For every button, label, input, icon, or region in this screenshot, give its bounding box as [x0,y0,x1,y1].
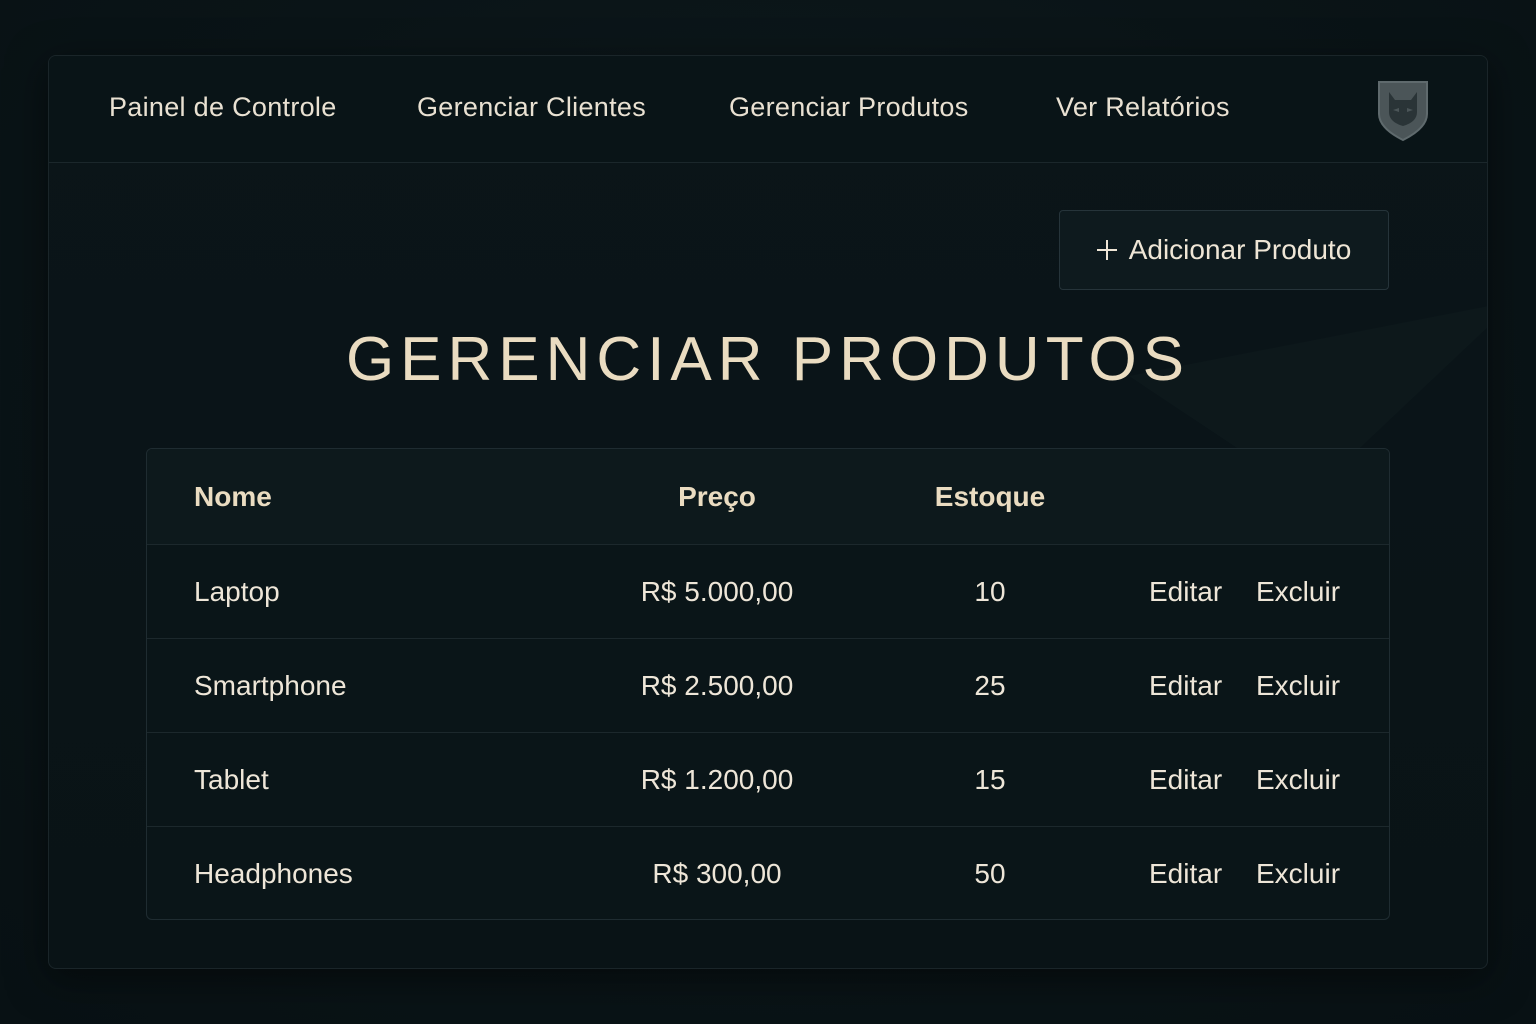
edit-button[interactable]: Editar [1149,733,1222,826]
nav-item-ver-relatorios[interactable]: Ver Relatórios [1056,92,1230,123]
table-row: Laptop R$ 5.000,00 10 Editar Excluir [147,545,1389,639]
product-stock: 25 [974,669,1006,701]
table-row: Smartphone R$ 2.500,00 25 Editar Excluir [147,639,1389,733]
nav-item-gerenciar-clientes[interactable]: Gerenciar Clientes [417,92,646,123]
delete-button[interactable]: Excluir [1256,639,1340,732]
product-price: R$ 5.000,00 [640,575,794,607]
product-name: Smartphone [194,669,347,701]
shield-cat-icon[interactable] [1375,78,1431,142]
delete-button[interactable]: Excluir [1256,827,1340,919]
top-navbar: Painel de Controle Gerenciar Clientes Ge… [49,56,1487,163]
product-stock: 50 [974,858,1006,889]
delete-button[interactable]: Excluir [1256,545,1340,638]
table-header-row: Nome Preço Estoque [147,449,1389,545]
products-table: Nome Preço Estoque Laptop R$ 5.000,00 10… [146,448,1390,920]
nav-item-painel-de-controle[interactable]: Painel de Controle [109,92,337,123]
page-title: GERENCIAR PRODUTOS [345,325,1191,394]
add-product-label: Adicionar Produto [1128,234,1352,265]
product-stock: 10 [974,575,1006,607]
table-row: Tablet R$ 1.200,00 15 Editar Excluir [147,733,1389,827]
add-product-button[interactable]: Adicionar Produto [1059,210,1389,290]
edit-button[interactable]: Editar [1149,639,1222,732]
edit-button[interactable]: Editar [1149,827,1222,919]
plus-icon [1096,240,1117,260]
app-window: Painel de Controle Gerenciar Clientes Ge… [48,55,1488,969]
edit-button[interactable]: Editar [1149,545,1222,638]
table-row: Headphones R$ 300,00 50 Editar Excluir [147,827,1389,919]
product-price: R$ 2.500,00 [640,669,794,701]
nav-item-gerenciar-produtos[interactable]: Gerenciar Produtos [729,92,969,123]
product-name: Headphones [194,858,353,889]
product-price: R$ 300,00 [652,858,782,889]
header-price: Preço [678,480,756,512]
header-stock: Estoque [934,480,1046,512]
product-name: Laptop [194,575,280,607]
delete-button[interactable]: Excluir [1256,733,1340,826]
product-name: Tablet [194,763,269,795]
product-stock: 15 [974,763,1006,795]
product-price: R$ 1.200,00 [640,763,794,795]
header-name: Nome [194,480,272,512]
